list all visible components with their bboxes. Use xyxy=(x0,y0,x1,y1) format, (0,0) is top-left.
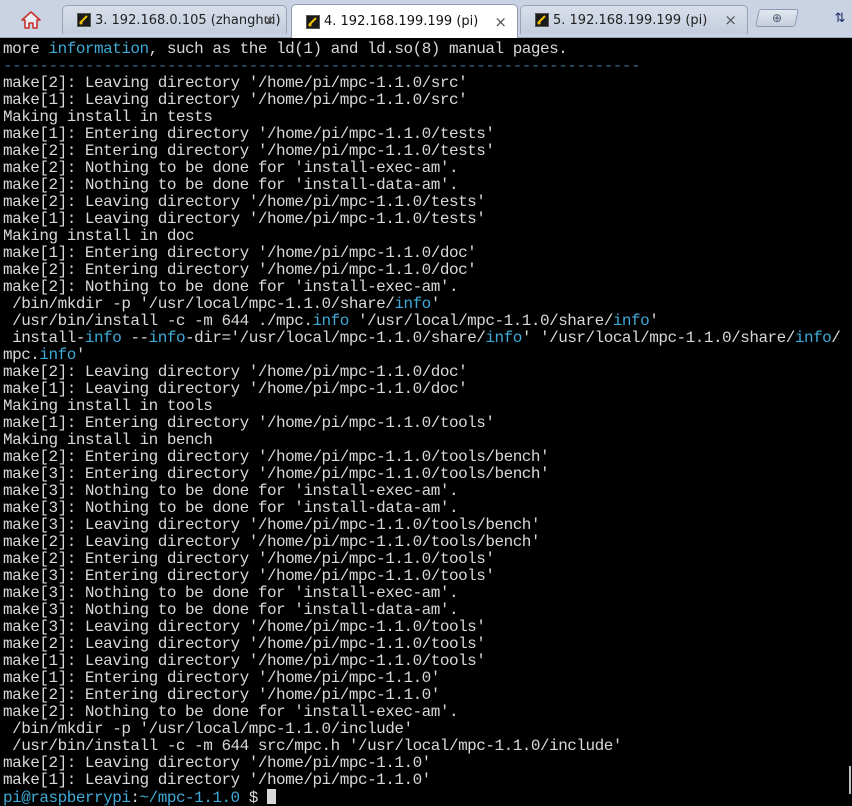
terminal-line: make[1]: Leaving directory '/home/pi/mpc… xyxy=(3,91,468,109)
terminal-line: make[1]: Leaving directory '/home/pi/mpc… xyxy=(3,380,468,398)
terminal-line: make[1]: Entering directory '/home/pi/mp… xyxy=(3,669,440,687)
prompt-user-host: pi@raspberrypi xyxy=(3,789,131,806)
terminal-line: make[3]: Leaving directory '/home/pi/mpc… xyxy=(3,516,541,534)
terminal-line: make[1]: Leaving directory '/home/pi/mpc… xyxy=(3,652,486,670)
terminal-line: make[2]: Nothing to be done for 'install… xyxy=(3,278,459,296)
tab-session-5[interactable]: 5. 192.168.199.199 (pi) × xyxy=(520,5,748,34)
terminal-line: /bin/mkdir -p '/usr/local/mpc-1.1.0/shar… xyxy=(3,295,440,313)
terminal-line: /bin/mkdir -p '/usr/local/mpc-1.1.0/incl… xyxy=(3,720,413,738)
terminal-line: make[2]: Leaving directory '/home/pi/mpc… xyxy=(3,193,486,211)
tab-menu-button[interactable]: ⇅ xyxy=(832,8,848,28)
terminal-line: make[2]: Nothing to be done for 'install… xyxy=(3,159,459,177)
tab-label: 5. 192.168.199.199 (pi) xyxy=(553,12,708,28)
close-icon[interactable]: × xyxy=(494,13,507,31)
tab-label: 4. 192.168.199.199 (pi) xyxy=(324,14,479,29)
terminal-icon xyxy=(77,13,91,27)
terminal-line: make[2]: Nothing to be done for 'install… xyxy=(3,176,459,194)
terminal-line: make[2]: Entering directory '/home/pi/mp… xyxy=(3,686,440,704)
terminal-line: make[2]: Leaving directory '/home/pi/mpc… xyxy=(3,363,468,381)
new-tab-button[interactable]: ⊕ xyxy=(755,9,799,27)
prompt-path: ~/mpc-1.1.0 xyxy=(139,789,241,806)
plus-icon: ⊕ xyxy=(771,11,783,25)
terminal-line: make[2]: Entering directory '/home/pi/mp… xyxy=(3,550,495,568)
terminal-line: make[2]: Nothing to be done for 'install… xyxy=(3,703,459,721)
scrollbar-thumb[interactable] xyxy=(849,766,851,794)
terminal-line: make[1]: Leaving directory '/home/pi/mpc… xyxy=(3,771,431,789)
terminal-icon xyxy=(306,14,320,29)
terminal-line: make[3]: Entering directory '/home/pi/mp… xyxy=(3,465,550,483)
terminal-line: make[3]: Entering directory '/home/pi/mp… xyxy=(3,567,495,585)
terminal-line: make[2]: Leaving directory '/home/pi/mpc… xyxy=(3,74,468,92)
shell-prompt[interactable]: pi@raspberrypi:~/mpc-1.1.0 $ xyxy=(3,789,276,806)
text-cursor xyxy=(266,789,276,804)
terminal-line: mpc.info' xyxy=(3,346,85,364)
prompt-symbol: $ xyxy=(239,789,267,806)
terminal-output[interactable]: more information, such as the ld(1) and … xyxy=(0,38,852,806)
tab-bar: 3. 192.168.0.105 (zhanghui) × 4. 192.168… xyxy=(0,0,852,38)
terminal-line: make[3]: Nothing to be done for 'install… xyxy=(3,601,459,619)
terminal-line: make[2]: Entering directory '/home/pi/mp… xyxy=(3,261,477,279)
terminal-line: make[3]: Nothing to be done for 'install… xyxy=(3,584,459,602)
tab-session-3[interactable]: 3. 192.168.0.105 (zhanghui) × xyxy=(62,5,287,34)
terminal-line: make[3]: Nothing to be done for 'install… xyxy=(3,482,459,500)
terminal-line: make[1]: Entering directory '/home/pi/mp… xyxy=(3,244,477,262)
terminal-line: make[2]: Entering directory '/home/pi/mp… xyxy=(3,142,495,160)
terminal-line: ----------------------------------------… xyxy=(3,57,641,75)
terminal-line: make[1]: Entering directory '/home/pi/mp… xyxy=(3,125,495,143)
terminal-line: make[2]: Leaving directory '/home/pi/mpc… xyxy=(3,754,431,772)
terminal-icon xyxy=(535,13,549,27)
tab-session-4[interactable]: 4. 192.168.199.199 (pi) × xyxy=(291,4,518,38)
close-icon[interactable]: × xyxy=(263,11,276,29)
terminal-line: Making install in bench xyxy=(3,431,213,449)
home-icon xyxy=(21,11,41,29)
tab-label: 3. 192.168.0.105 (zhanghui) xyxy=(95,12,281,28)
terminal-line: /usr/bin/install -c -m 644 ./mpc.info '/… xyxy=(3,312,659,330)
sort-arrows-icon: ⇅ xyxy=(834,10,846,26)
terminal-line: Making install in tests xyxy=(3,108,213,126)
terminal-line: Making install in tools xyxy=(3,397,213,415)
terminal-line: Making install in doc xyxy=(3,227,195,245)
terminal-line: make[3]: Leaving directory '/home/pi/mpc… xyxy=(3,618,486,636)
terminal-line: make[1]: Entering directory '/home/pi/mp… xyxy=(3,414,495,432)
prompt-separator: : xyxy=(130,789,140,806)
terminal-line: make[2]: Leaving directory '/home/pi/mpc… xyxy=(3,635,486,653)
terminal-line: make[3]: Nothing to be done for 'install… xyxy=(3,499,459,517)
terminal-line: more information, such as the ld(1) and … xyxy=(3,40,568,58)
home-button[interactable] xyxy=(6,6,56,34)
terminal-line: make[2]: Leaving directory '/home/pi/mpc… xyxy=(3,533,541,551)
terminal-line: install-info --info-dir='/usr/local/mpc-… xyxy=(3,329,841,347)
close-icon[interactable]: × xyxy=(724,11,737,29)
terminal-line: make[2]: Entering directory '/home/pi/mp… xyxy=(3,448,550,466)
terminal-line: /usr/bin/install -c -m 644 src/mpc.h '/u… xyxy=(3,737,622,755)
terminal-line: make[1]: Leaving directory '/home/pi/mpc… xyxy=(3,210,486,228)
